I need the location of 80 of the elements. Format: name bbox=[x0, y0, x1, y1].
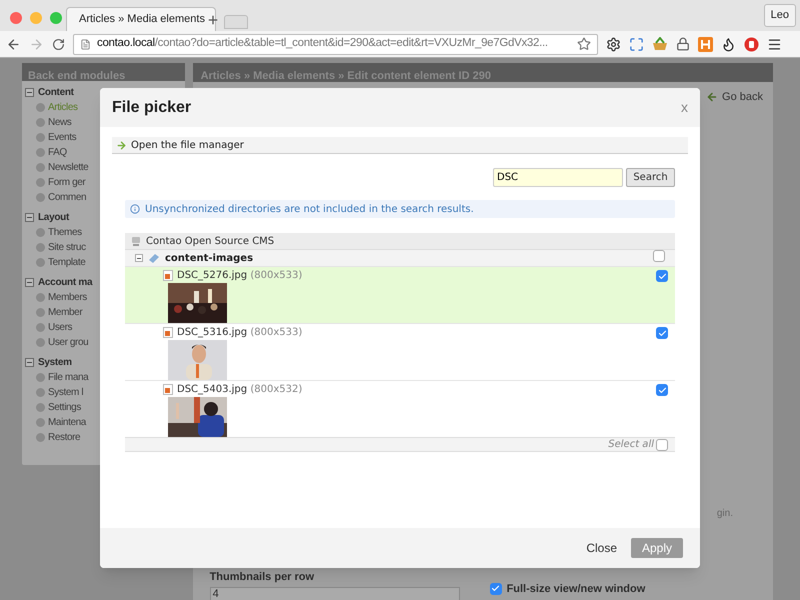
menu-icon[interactable] bbox=[767, 36, 782, 52]
sidebar-item[interactable]: Form ger bbox=[48, 175, 86, 190]
info-icon bbox=[130, 204, 140, 214]
computer-icon bbox=[131, 236, 141, 246]
collapse-icon[interactable] bbox=[25, 213, 34, 222]
stop-icon[interactable] bbox=[744, 36, 759, 52]
sidebar-item[interactable]: Events bbox=[48, 130, 76, 145]
sidebar-item[interactable]: News bbox=[48, 115, 72, 130]
field-hint: gin. bbox=[716, 506, 733, 520]
tree-root: Contao Open Source CMS bbox=[146, 234, 274, 248]
reload-icon[interactable] bbox=[52, 38, 65, 50]
group-heading[interactable]: System bbox=[38, 355, 72, 370]
go-back-link[interactable]: Go back bbox=[722, 89, 763, 106]
apply-button[interactable]: Apply bbox=[631, 538, 683, 558]
settings-icon[interactable] bbox=[606, 36, 621, 52]
sidebar-item[interactable]: Site struc bbox=[48, 240, 86, 255]
dialog-x[interactable]: x bbox=[681, 97, 688, 118]
checkbox[interactable] bbox=[656, 327, 668, 339]
file-row[interactable]: DSC_5403.jpg (800x532) bbox=[125, 380, 675, 437]
sidebar-item[interactable]: Commen bbox=[48, 190, 86, 205]
sidebar-item[interactable]: Maintena bbox=[48, 415, 86, 430]
collapse-icon[interactable] bbox=[25, 278, 34, 287]
collapse-icon[interactable] bbox=[25, 358, 34, 367]
basket-icon[interactable] bbox=[652, 37, 668, 51]
sidebar-item[interactable]: Settings bbox=[48, 400, 81, 415]
folder-name[interactable]: content-images bbox=[165, 250, 254, 266]
select-all-label: Select all bbox=[608, 438, 654, 452]
address-bar[interactable]: contao.local/contao?do=article&table=tl_content&id=290&act=edit&rt=VXUzMr_9e7GdVx32... bbox=[73, 34, 598, 54]
checkbox[interactable] bbox=[490, 582, 502, 595]
back-arrow-icon bbox=[706, 91, 718, 104]
sidebar-item[interactable]: User grou bbox=[48, 335, 88, 350]
browser-tab[interactable]: Articles » Media elements bbox=[66, 7, 216, 31]
search-field[interactable]: DSC bbox=[493, 168, 623, 187]
group-heading[interactable]: Layout bbox=[38, 210, 69, 225]
tab-title: Articles » Media elements bbox=[79, 12, 205, 28]
sidebar-item[interactable]: Themes bbox=[48, 225, 82, 240]
image-file-icon bbox=[163, 384, 173, 394]
folder-icon bbox=[148, 253, 160, 263]
file-manager-link[interactable]: Open the file manager bbox=[131, 138, 244, 152]
group-heading[interactable]: Content bbox=[38, 85, 74, 100]
close-window-icon[interactable] bbox=[10, 12, 22, 24]
star-icon[interactable] bbox=[577, 37, 591, 51]
checkbox-label: Full-size view/new window bbox=[506, 582, 646, 596]
sidebar-item[interactable]: Restore bbox=[48, 430, 80, 445]
checkbox[interactable] bbox=[653, 250, 665, 262]
checkbox[interactable] bbox=[656, 270, 668, 282]
dialog-title: File picker bbox=[112, 98, 192, 118]
frame-icon[interactable] bbox=[629, 36, 644, 52]
collapse-icon[interactable] bbox=[25, 88, 34, 97]
file-name: DSC_5403.jpg (800x532) bbox=[177, 382, 302, 396]
image-file-icon bbox=[163, 270, 173, 280]
sidebar-item[interactable]: Member bbox=[48, 305, 82, 320]
sidebar-item[interactable]: Members bbox=[48, 290, 87, 305]
file-name: DSC_5276.jpg (800x533) bbox=[177, 268, 302, 282]
profile-button[interactable]: Leo bbox=[764, 4, 796, 26]
url-text: contao.local/contao?do=article&table=tl_content&id=290&act=edit&rt=VXUzMr_9e7GdVx32... bbox=[97, 36, 548, 52]
sidebar-item[interactable]: System l bbox=[48, 385, 84, 400]
file-row[interactable]: DSC_5316.jpg (800x533) bbox=[125, 323, 675, 380]
file-row[interactable]: DSC_5276.jpg (800x533) bbox=[125, 266, 675, 323]
sidebar-item[interactable]: Template bbox=[48, 255, 86, 270]
sidebar-item[interactable]: Users bbox=[48, 320, 72, 335]
field-label: Thumbnails per row bbox=[210, 570, 316, 584]
sidebar-item[interactable]: Newslette bbox=[48, 160, 88, 175]
search-button[interactable]: Search bbox=[626, 168, 675, 187]
lock-icon[interactable] bbox=[676, 37, 690, 51]
checkbox[interactable] bbox=[656, 438, 668, 450]
sidebar-item[interactable]: FAQ bbox=[48, 145, 67, 160]
file-name: DSC_5316.jpg (800x533) bbox=[177, 326, 302, 340]
page-icon bbox=[80, 38, 91, 50]
group-heading[interactable]: Account ma bbox=[38, 275, 92, 290]
back-icon[interactable] bbox=[6, 36, 21, 52]
checkbox[interactable] bbox=[656, 384, 668, 396]
collapse-icon[interactable] bbox=[135, 254, 143, 262]
image-file-icon bbox=[163, 326, 173, 338]
arrow-icon bbox=[116, 140, 127, 150]
sidebar-item[interactable]: File mana bbox=[48, 370, 88, 385]
info-text: Unsynchronized directories are not included in the search results. bbox=[145, 202, 474, 216]
flame-icon[interactable] bbox=[721, 36, 736, 52]
close-dialog-button[interactable]: Close bbox=[586, 539, 617, 557]
select-field[interactable]: 4 bbox=[210, 587, 460, 600]
